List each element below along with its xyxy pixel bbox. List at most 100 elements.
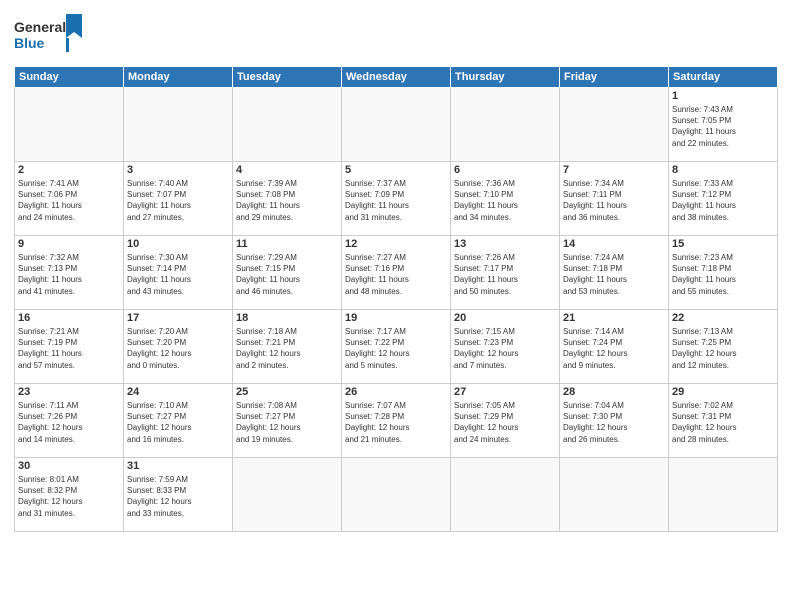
day-number: 19 [345, 312, 447, 324]
calendar-cell: 22 Sunrise: 7:13 AM Sunset: 7:25 PM Dayli… [669, 310, 778, 384]
day-info: Sunrise: 7:34 AM Sunset: 7:11 PM Dayligh… [563, 178, 665, 223]
day-number: 4 [236, 164, 338, 176]
day-info: Sunrise: 7:21 AM Sunset: 7:19 PM Dayligh… [18, 326, 120, 371]
day-info: Sunrise: 7:36 AM Sunset: 7:10 PM Dayligh… [454, 178, 556, 223]
day-number: 25 [236, 386, 338, 398]
day-info: Sunrise: 7:04 AM Sunset: 7:30 PM Dayligh… [563, 400, 665, 445]
day-number: 16 [18, 312, 120, 324]
logo: General Blue [14, 10, 89, 60]
day-info: Sunrise: 7:20 AM Sunset: 7:20 PM Dayligh… [127, 326, 229, 371]
day-number: 18 [236, 312, 338, 324]
header: General Blue [14, 10, 778, 60]
day-info: Sunrise: 7:10 AM Sunset: 7:27 PM Dayligh… [127, 400, 229, 445]
calendar-cell: 10 Sunrise: 7:30 AM Sunset: 7:14 PM Dayli… [124, 236, 233, 310]
calendar-cell [233, 88, 342, 162]
calendar-table: SundayMondayTuesdayWednesdayThursdayFrid… [14, 66, 778, 532]
day-number: 23 [18, 386, 120, 398]
calendar-cell: 6 Sunrise: 7:36 AM Sunset: 7:10 PM Daylig… [451, 162, 560, 236]
day-info: Sunrise: 7:13 AM Sunset: 7:25 PM Dayligh… [672, 326, 774, 371]
day-number: 13 [454, 238, 556, 250]
week-row-4: 23Sunrise: 7:11 AM Sunset: 7:26 PM Dayli… [15, 384, 778, 458]
calendar-cell: 26Sunrise: 7:07 AM Sunset: 7:28 PM Dayli… [342, 384, 451, 458]
calendar-cell: 21 Sunrise: 7:14 AM Sunset: 7:24 PM Dayli… [560, 310, 669, 384]
day-number: 9 [18, 238, 120, 250]
day-info: Sunrise: 7:14 AM Sunset: 7:24 PM Dayligh… [563, 326, 665, 371]
calendar-cell: 23Sunrise: 7:11 AM Sunset: 7:26 PM Dayli… [15, 384, 124, 458]
weekday-header-sunday: Sunday [15, 67, 124, 88]
calendar-cell: 7 Sunrise: 7:34 AM Sunset: 7:11 PM Daylig… [560, 162, 669, 236]
calendar-cell [342, 88, 451, 162]
day-number: 3 [127, 164, 229, 176]
calendar-cell [451, 88, 560, 162]
day-number: 27 [454, 386, 556, 398]
day-info: Sunrise: 7:37 AM Sunset: 7:09 PM Dayligh… [345, 178, 447, 223]
calendar-cell: 20 Sunrise: 7:15 AM Sunset: 7:23 PM Dayli… [451, 310, 560, 384]
svg-text:Blue: Blue [14, 35, 45, 51]
calendar-cell: 15Sunrise: 7:23 AM Sunset: 7:18 PM Dayli… [669, 236, 778, 310]
calendar-cell: 3 Sunrise: 7:40 AM Sunset: 7:07 PM Daylig… [124, 162, 233, 236]
calendar-cell: 14Sunrise: 7:24 AM Sunset: 7:18 PM Dayli… [560, 236, 669, 310]
calendar-cell: 16 Sunrise: 7:21 AM Sunset: 7:19 PM Dayli… [15, 310, 124, 384]
day-number: 20 [454, 312, 556, 324]
calendar-cell: 13Sunrise: 7:26 AM Sunset: 7:17 PM Dayli… [451, 236, 560, 310]
day-info: Sunrise: 7:30 AM Sunset: 7:14 PM Dayligh… [127, 252, 229, 297]
calendar-cell: 25 Sunrise: 7:08 AM Sunset: 7:27 PM Dayli… [233, 384, 342, 458]
day-info: Sunrise: 7:08 AM Sunset: 7:27 PM Dayligh… [236, 400, 338, 445]
weekday-header-thursday: Thursday [451, 67, 560, 88]
weekday-header-row: SundayMondayTuesdayWednesdayThursdayFrid… [15, 67, 778, 88]
calendar-cell: 19 Sunrise: 7:17 AM Sunset: 7:22 PM Dayli… [342, 310, 451, 384]
day-number: 5 [345, 164, 447, 176]
day-number: 12 [345, 238, 447, 250]
calendar-cell [233, 458, 342, 532]
day-info: Sunrise: 7:40 AM Sunset: 7:07 PM Dayligh… [127, 178, 229, 223]
day-info: Sunrise: 7:39 AM Sunset: 7:08 PM Dayligh… [236, 178, 338, 223]
week-row-1: 2Sunrise: 7:41 AM Sunset: 7:06 PM Daylig… [15, 162, 778, 236]
calendar-cell: 28Sunrise: 7:04 AM Sunset: 7:30 PM Dayli… [560, 384, 669, 458]
day-number: 26 [345, 386, 447, 398]
day-number: 31 [127, 460, 229, 472]
calendar-cell: 27 Sunrise: 7:05 AM Sunset: 7:29 PM Dayli… [451, 384, 560, 458]
day-info: Sunrise: 7:32 AM Sunset: 7:13 PM Dayligh… [18, 252, 120, 297]
day-info: Sunrise: 7:15 AM Sunset: 7:23 PM Dayligh… [454, 326, 556, 371]
day-number: 10 [127, 238, 229, 250]
week-row-2: 9 Sunrise: 7:32 AM Sunset: 7:13 PM Daylig… [15, 236, 778, 310]
day-info: Sunrise: 7:17 AM Sunset: 7:22 PM Dayligh… [345, 326, 447, 371]
day-number: 11 [236, 238, 338, 250]
calendar-cell [15, 88, 124, 162]
week-row-3: 16 Sunrise: 7:21 AM Sunset: 7:19 PM Dayli… [15, 310, 778, 384]
calendar-cell: 9 Sunrise: 7:32 AM Sunset: 7:13 PM Daylig… [15, 236, 124, 310]
calendar-cell: 5 Sunrise: 7:37 AM Sunset: 7:09 PM Daylig… [342, 162, 451, 236]
day-info: Sunrise: 7:27 AM Sunset: 7:16 PM Dayligh… [345, 252, 447, 297]
day-number: 29 [672, 386, 774, 398]
calendar-cell [560, 458, 669, 532]
calendar-cell: 30Sunrise: 8:01 AM Sunset: 8:32 PM Dayli… [15, 458, 124, 532]
day-number: 14 [563, 238, 665, 250]
week-row-0: 1 Sunrise: 7:43 AM Sunset: 7:05 PM Daylig… [15, 88, 778, 162]
day-info: Sunrise: 7:41 AM Sunset: 7:06 PM Dayligh… [18, 178, 120, 223]
day-number: 21 [563, 312, 665, 324]
day-info: Sunrise: 7:18 AM Sunset: 7:21 PM Dayligh… [236, 326, 338, 371]
calendar-cell: 18 Sunrise: 7:18 AM Sunset: 7:21 PM Dayli… [233, 310, 342, 384]
logo-icon: General Blue [14, 10, 89, 60]
day-number: 30 [18, 460, 120, 472]
calendar-cell [451, 458, 560, 532]
calendar-cell [124, 88, 233, 162]
day-number: 7 [563, 164, 665, 176]
day-info: Sunrise: 7:43 AM Sunset: 7:05 PM Dayligh… [672, 104, 774, 149]
weekday-header-tuesday: Tuesday [233, 67, 342, 88]
day-number: 6 [454, 164, 556, 176]
calendar-cell [560, 88, 669, 162]
day-info: Sunrise: 7:33 AM Sunset: 7:12 PM Dayligh… [672, 178, 774, 223]
day-number: 17 [127, 312, 229, 324]
calendar-cell: 31Sunrise: 7:59 AM Sunset: 8:33 PM Dayli… [124, 458, 233, 532]
day-number: 22 [672, 312, 774, 324]
weekday-header-monday: Monday [124, 67, 233, 88]
day-info: Sunrise: 7:02 AM Sunset: 7:31 PM Dayligh… [672, 400, 774, 445]
calendar-cell: 8 Sunrise: 7:33 AM Sunset: 7:12 PM Daylig… [669, 162, 778, 236]
weekday-header-saturday: Saturday [669, 67, 778, 88]
day-info: Sunrise: 7:05 AM Sunset: 7:29 PM Dayligh… [454, 400, 556, 445]
day-number: 15 [672, 238, 774, 250]
day-number: 1 [672, 90, 774, 102]
day-number: 8 [672, 164, 774, 176]
calendar-cell: 29 Sunrise: 7:02 AM Sunset: 7:31 PM Dayli… [669, 384, 778, 458]
